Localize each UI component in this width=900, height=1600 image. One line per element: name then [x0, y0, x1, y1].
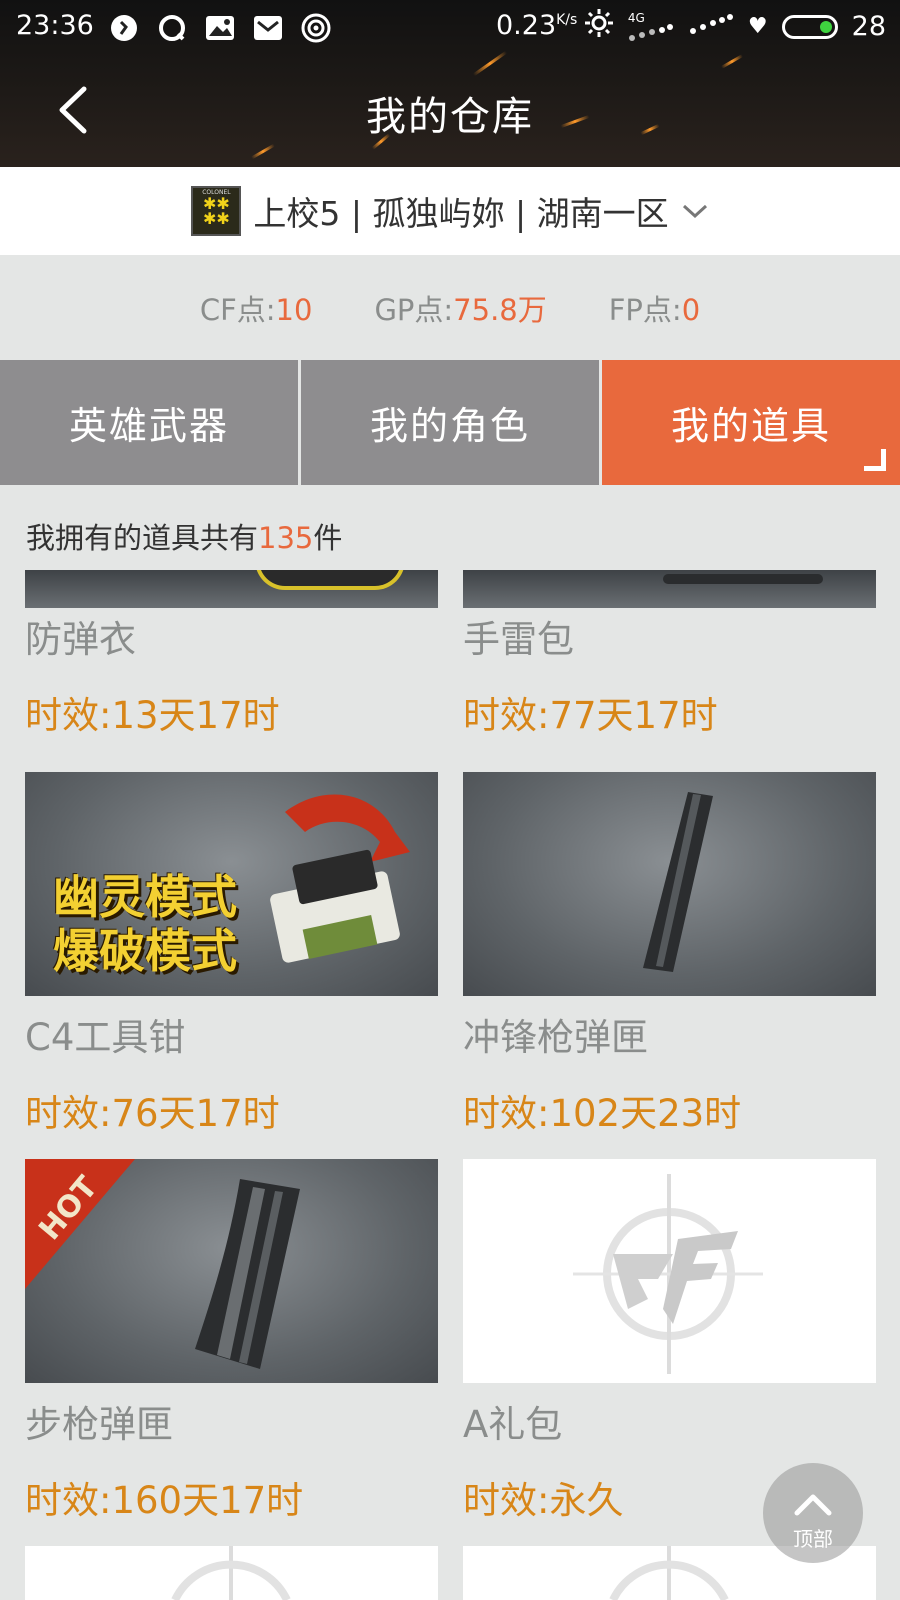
signal-4g-icon: 4G	[628, 12, 674, 42]
item-image-body-armor[interactable]	[25, 570, 438, 608]
app-header: 23:36 0.23K/s 4G ♥ 28 我的仓库	[0, 0, 900, 167]
grenade-pack-graphic	[663, 574, 823, 584]
account-selector[interactable]: COLONEL ✱✱ ✱✱ 上校5 | 孤独屿妳 | 湖南一区	[0, 167, 900, 255]
cf-logo-icon	[171, 1546, 291, 1600]
network-type: 4G	[627, 10, 645, 25]
tab-my-items[interactable]: 我的道具	[602, 360, 900, 485]
header-spark	[720, 54, 744, 69]
chevron-down-icon	[682, 204, 707, 219]
page-title: 我的仓库	[366, 94, 534, 140]
smg-magazine-graphic	[643, 792, 713, 972]
count-suffix: 件	[313, 521, 343, 555]
count-prefix: 我拥有的道具共有	[26, 521, 259, 555]
heart-icon: ♥	[747, 14, 768, 39]
item-name: 冲锋枪弹匣	[463, 1016, 648, 1059]
currency-label: GP点:	[374, 292, 454, 327]
battery-percent: 28	[851, 11, 886, 42]
qq-icon	[156, 12, 188, 44]
network-speed: 0.23K/s	[496, 10, 577, 41]
item-duration: 时效:102天23时	[463, 1092, 742, 1135]
currency-value: 0	[681, 292, 701, 327]
item-count: 我拥有的道具共有135件	[26, 515, 342, 557]
back-to-top-label: 顶部	[793, 1527, 833, 1551]
item-image-grenade-pack[interactable]	[463, 570, 876, 608]
chevron-up-icon	[794, 1494, 832, 1516]
rank-badge-text: COLONEL	[202, 189, 231, 196]
list-item[interactable]: 冲锋枪弹匣 时效:102天23时	[463, 772, 876, 1138]
currency-fp: FP点:0	[609, 287, 700, 329]
tab-hero-weapons[interactable]: 英雄武器	[0, 360, 298, 485]
item-name: 手雷包	[463, 618, 574, 661]
network-speed-unit: K/s	[556, 12, 578, 28]
tab-my-characters[interactable]: 我的角色	[301, 360, 599, 485]
currency-label: CF点:	[199, 292, 276, 327]
rank-stars: ✱✱ ✱✱	[202, 194, 230, 228]
currency-cf: CF点:10	[200, 287, 313, 329]
notification-icons	[108, 12, 332, 44]
item-duration: 时效:160天17时	[25, 1479, 304, 1522]
item-image-c4-pliers[interactable]: 幽灵模式 爆破模式	[25, 772, 438, 996]
back-to-top-button[interactable]: 顶部	[763, 1463, 863, 1563]
list-item[interactable]: 防弹衣 时效:13天17时	[25, 608, 438, 740]
item-duration: 时效:76天17时	[25, 1092, 280, 1135]
app-notification-icon	[108, 12, 140, 44]
status-right-icons: 4G ♥ 28	[584, 8, 886, 45]
item-image-partial[interactable]	[25, 1546, 438, 1600]
item-image-text-line: 幽灵模式	[53, 870, 237, 924]
item-name: A礼包	[463, 1403, 563, 1446]
currency-value: 75.8万	[453, 292, 547, 327]
list-item[interactable]: 手雷包 时效:77天17时	[463, 608, 876, 740]
count-number: 135	[258, 521, 314, 555]
brightness-icon	[584, 8, 614, 45]
cf-logo-icon	[573, 1174, 763, 1374]
currency-label: FP点:	[608, 292, 682, 327]
item-duration: 时效:13天17时	[25, 694, 280, 737]
header-spark	[250, 143, 276, 160]
account-info: 上校5 | 孤独屿妳 | 湖南一区	[253, 194, 669, 233]
battery-level	[819, 20, 832, 33]
tab-label: 我的道具	[670, 404, 831, 448]
item-image-smg-magazine[interactable]	[463, 772, 876, 996]
item-name: 防弹衣	[25, 618, 136, 661]
hotspot-icon	[300, 12, 332, 44]
mail-icon	[252, 12, 284, 44]
network-speed-value: 0.23	[496, 10, 557, 41]
image-icon	[204, 12, 236, 44]
tab-label: 英雄武器	[68, 404, 229, 448]
rank-badge-icon: COLONEL ✱✱ ✱✱	[191, 186, 242, 236]
signal-icon	[688, 11, 734, 42]
item-image-text-line: 爆破模式	[53, 924, 237, 978]
list-item[interactable]: 幽灵模式 爆破模式 C4工具钳 时效:76天17时	[25, 772, 438, 1138]
tab-label: 我的角色	[369, 404, 530, 448]
list-item[interactable]: HOT 步枪弹匣 时效:160天17时	[25, 1159, 438, 1525]
item-duration: 时效:77天17时	[463, 694, 718, 737]
item-name: 步枪弹匣	[25, 1403, 173, 1446]
item-image-gift-pack[interactable]	[463, 1159, 876, 1383]
corner-indicator-icon	[864, 449, 886, 471]
item-name: C4工具钳	[25, 1016, 186, 1059]
status-bar: 23:36 0.23K/s 4G ♥ 28	[0, 0, 900, 56]
currency-gp: GP点:75.8万	[374, 287, 546, 329]
armor-graphic	[255, 570, 405, 590]
status-time: 23:36	[16, 10, 94, 41]
tab-bar: 英雄武器 我的角色 我的道具	[0, 360, 900, 485]
battery-icon	[781, 14, 838, 39]
currency-row: CF点:10 GP点:75.8万 FP点:0	[0, 255, 900, 360]
item-image-rifle-magazine[interactable]: HOT	[25, 1159, 438, 1383]
currency-value: 10	[275, 292, 313, 327]
item-image-text: 幽灵模式 爆破模式	[53, 870, 237, 978]
